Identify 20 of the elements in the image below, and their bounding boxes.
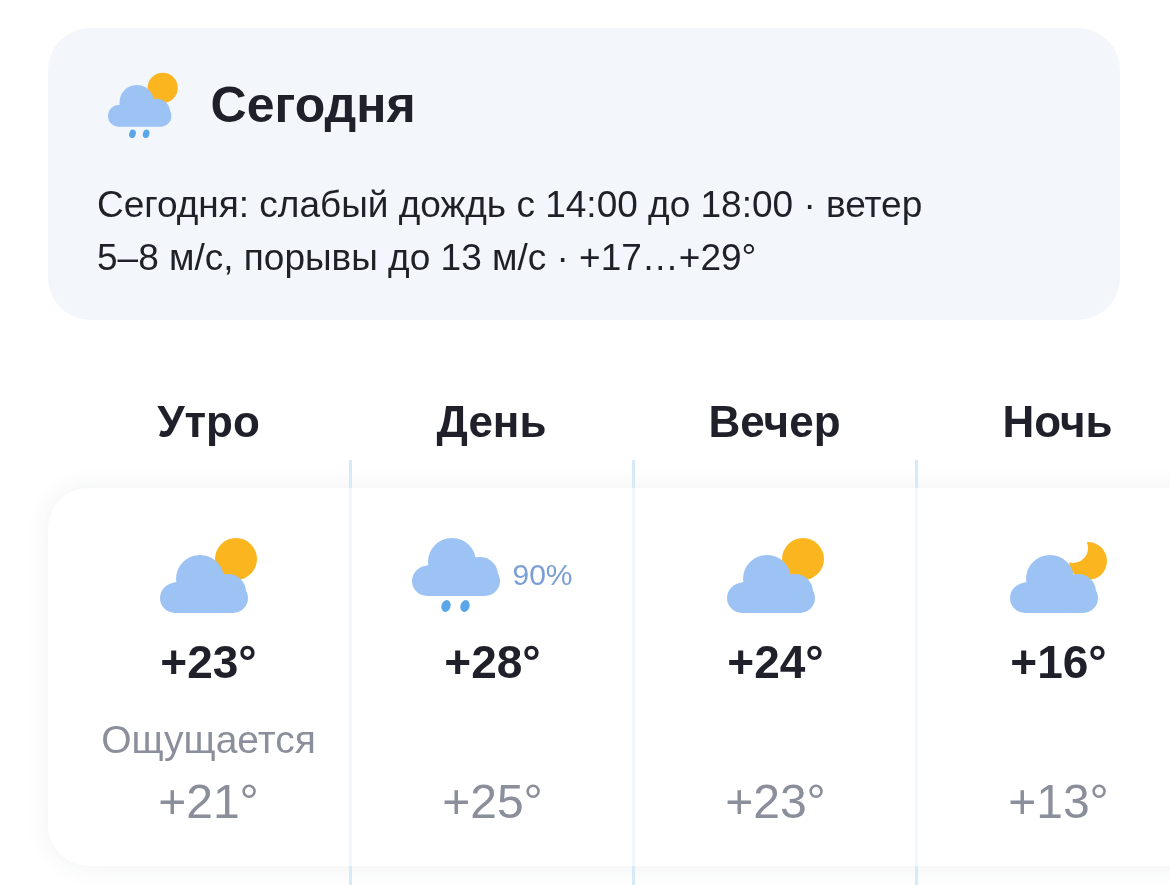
feels-like-temperature: +21°	[158, 775, 259, 829]
temperature: +24°	[727, 636, 824, 688]
feels-like-temperature: +23°	[725, 775, 826, 829]
precipitation-chance: 90%	[512, 557, 573, 593]
feels-like-label: Ощущается	[101, 717, 316, 763]
feels-like-temperature: +25°	[442, 775, 543, 829]
cloud-sun-icon	[159, 537, 258, 613]
today-title: Сегодня	[210, 76, 416, 136]
period-label: Вечер	[707, 397, 842, 447]
temperature: +23°	[160, 636, 257, 688]
cloud-sun-icon	[726, 537, 825, 613]
period-label: День	[435, 397, 548, 447]
temperature: +28°	[444, 636, 541, 688]
weather-summary: Сегодня: слабый дождь с 14:00 до 18:00 · ветер 5–8 м/с, порывы до 13 м/с · +17…+29°	[97, 183, 924, 281]
period-label: Утро	[156, 397, 261, 447]
period-label: Ночь	[1001, 397, 1114, 447]
cloud-sun-rain-icon	[108, 72, 179, 139]
feels-like-temperature: +13°	[1008, 775, 1109, 829]
rain-cloud-icon	[412, 538, 501, 612]
temperature: +16°	[1010, 636, 1107, 688]
